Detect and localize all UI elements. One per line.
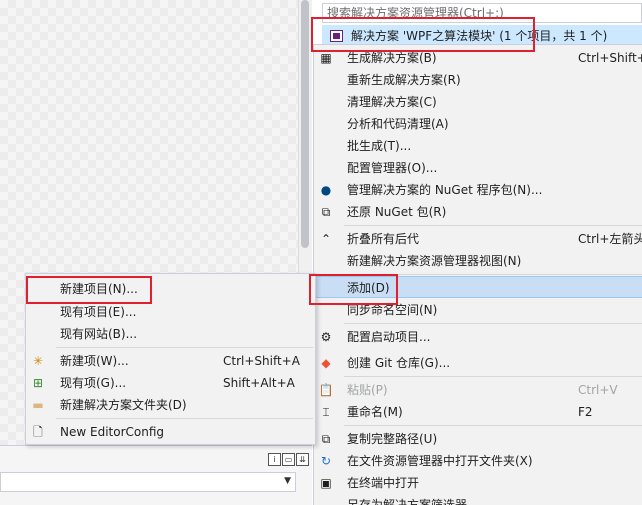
menu-item-label: 配置启动项目... — [347, 330, 431, 344]
gear-icon: ⚙ — [320, 330, 332, 344]
solution-root-label: 解决方案 'WPF之算法模块' (1 个项目，共 1 个) — [351, 29, 608, 43]
menu-separator — [344, 425, 642, 426]
solution-explorer-search-input[interactable]: 搜索解决方案资源管理器(Ctrl+;) — [322, 3, 642, 23]
solution-context-menu: ▦ 生成解决方案(B) Ctrl+Shift+B 重新生成解决方案(R) 清理解… — [313, 44, 642, 505]
menu-item-batch-build[interactable]: 批生成(T)... — [314, 135, 642, 157]
menu-item-label: 批生成(T)... — [347, 139, 412, 153]
menu-item-create-git-repo[interactable]: ◆ 创建 Git 仓库(G)... — [314, 352, 642, 374]
menu-item-manage-nuget[interactable]: ● 管理解决方案的 NuGet 程序包(N)... — [314, 179, 642, 201]
menu-separator — [344, 225, 642, 226]
menu-item-shortcut: Shift+Alt+A — [223, 376, 295, 390]
menu-separator — [56, 418, 313, 419]
menu-item-label: 折叠所有后代 — [347, 232, 420, 246]
menu-separator — [344, 323, 642, 324]
menu-item-rename[interactable]: ⌶ 重命名(M) F2 — [314, 401, 642, 423]
menu-item-save-as-filter[interactable]: 另存为解决方案筛选器 — [314, 494, 642, 505]
menu-item-label: 配置管理器(O)... — [347, 161, 438, 175]
menu-item-shortcut: Ctrl+V — [578, 383, 618, 397]
add-submenu: 新建项目(N)... 现有项目(E)... 现有网站(B)... ✳ 新建项(W… — [25, 273, 316, 445]
menu-item-label: 现有项目(E)... — [60, 305, 137, 319]
menu-item-label: 重命名(M) — [347, 405, 403, 419]
menu-item-label: 另存为解决方案筛选器 — [347, 498, 468, 505]
menu-separator — [344, 376, 642, 377]
submenu-item-existing-item[interactable]: ⊞ 现有项(G)... Shift+Alt+A — [26, 372, 315, 394]
menu-item-label: 管理解决方案的 NuGet 程序包(N)... — [347, 183, 543, 197]
menu-item-shortcut: Ctrl+左箭头 — [578, 232, 642, 246]
menu-item-paste[interactable]: 📋 粘贴(P) Ctrl+V — [314, 379, 642, 401]
menu-item-shortcut: F2 — [578, 405, 593, 419]
nuget-icon: ● — [320, 183, 332, 197]
menu-item-open-in-explorer[interactable]: ↻ 在文件资源管理器中打开文件夹(X) — [314, 450, 642, 472]
menu-item-build-solution[interactable]: ▦ 生成解决方案(B) Ctrl+Shift+B — [314, 47, 642, 69]
editorconfig-icon: 🗋 — [33, 425, 43, 439]
menu-item-label: 新建解决方案资源管理器视图(N) — [347, 254, 522, 268]
submenu-item-new-project[interactable]: 新建项目(N)... — [26, 278, 315, 300]
menu-item-label: 复制完整路径(U) — [347, 432, 438, 446]
menu-item-label: New EditorConfig — [60, 425, 165, 439]
menu-item-label: 现有项(G)... — [60, 376, 127, 390]
layout-icon[interactable]: ▭ — [282, 453, 295, 466]
menu-item-rebuild-solution[interactable]: 重新生成解决方案(R) — [314, 69, 642, 91]
menu-item-label: 在文件资源管理器中打开文件夹(X) — [347, 454, 533, 468]
copy-path-icon: ⧉ — [321, 432, 331, 446]
menu-item-clean-solution[interactable]: 清理解决方案(C) — [314, 91, 642, 113]
menu-item-label: 新建解决方案文件夹(D) — [60, 398, 187, 412]
bottom-panel-dropdown[interactable]: ▼ — [0, 472, 296, 492]
menu-item-label: 在终端中打开 — [347, 476, 420, 490]
open-folder-icon: ↻ — [320, 454, 332, 468]
menu-item-label: 新建项(W)... — [60, 354, 129, 368]
build-solution-icon: ▦ — [320, 51, 332, 65]
git-icon: ◆ — [321, 356, 331, 370]
menu-item-label: 现有网站(B)... — [60, 327, 138, 341]
menu-item-analyze-cleanup[interactable]: 分析和代码清理(A) — [314, 113, 642, 135]
menu-item-open-in-terminal[interactable]: ▣ 在终端中打开 — [314, 472, 642, 494]
solution-icon — [330, 30, 343, 42]
menu-item-restore-nuget[interactable]: ⧉ 还原 NuGet 包(R) — [314, 201, 642, 223]
menu-item-add[interactable]: 添加(D) — [314, 276, 642, 298]
menu-item-collapse-all[interactable]: ⌃ 折叠所有后代 Ctrl+左箭头 — [314, 228, 642, 250]
scrollbar-thumb[interactable] — [301, 0, 309, 248]
menu-separator — [56, 347, 313, 348]
submenu-item-existing-project[interactable]: 现有项目(E)... — [26, 301, 315, 323]
menu-item-copy-full-path[interactable]: ⧉ 复制完整路径(U) — [314, 428, 642, 450]
bottom-panel-toolbar: i ▭ ⇊ — [268, 453, 309, 466]
menu-separator — [344, 274, 642, 275]
paste-icon: 📋 — [318, 383, 334, 397]
submenu-item-new-solution-folder[interactable]: ▬ 新建解决方案文件夹(D) — [26, 394, 315, 416]
menu-item-label: 添加(D) — [347, 281, 390, 295]
expand-down-icon[interactable]: ⇊ — [296, 453, 309, 466]
menu-item-label: 分析和代码清理(A) — [347, 117, 449, 131]
submenu-item-new-editorconfig[interactable]: 🗋 New EditorConfig — [26, 421, 315, 443]
menu-item-new-explorer-view[interactable]: 新建解决方案资源管理器视图(N) — [314, 250, 642, 272]
menu-item-label: 粘贴(P) — [347, 383, 388, 397]
menu-item-label: 清理解决方案(C) — [347, 95, 437, 109]
submenu-item-existing-website[interactable]: 现有网站(B)... — [26, 323, 315, 345]
new-folder-icon: ▬ — [32, 398, 44, 412]
new-item-icon: ✳ — [32, 354, 44, 368]
menu-item-label: 同步命名空间(N) — [347, 303, 438, 317]
menu-item-label: 还原 NuGet 包(R) — [347, 205, 447, 219]
menu-item-label: 创建 Git 仓库(G)... — [347, 356, 451, 370]
menu-item-label: 生成解决方案(B) — [347, 51, 437, 65]
menu-item-label: 重新生成解决方案(R) — [347, 73, 461, 87]
menu-item-configuration-manager[interactable]: 配置管理器(O)... — [314, 157, 642, 179]
collapse-icon: ⌃ — [320, 232, 332, 246]
submenu-item-new-item[interactable]: ✳ 新建项(W)... Ctrl+Shift+A — [26, 350, 315, 372]
menu-item-label: 新建项目(N)... — [60, 282, 138, 296]
chevron-down-icon: ▼ — [284, 476, 291, 486]
menu-item-shortcut: Ctrl+Shift+A — [223, 354, 300, 368]
rename-icon: ⌶ — [322, 405, 330, 419]
menu-item-configure-startup[interactable]: ⚙ 配置启动项目... — [314, 326, 642, 348]
existing-item-icon: ⊞ — [32, 376, 44, 390]
menu-item-shortcut: Ctrl+Shift+B — [578, 51, 642, 65]
info-icon[interactable]: i — [268, 453, 281, 466]
terminal-icon: ▣ — [320, 476, 332, 490]
menu-item-sync-namespaces[interactable]: 同步命名空间(N) — [314, 299, 642, 321]
restore-package-icon: ⧉ — [321, 205, 331, 219]
